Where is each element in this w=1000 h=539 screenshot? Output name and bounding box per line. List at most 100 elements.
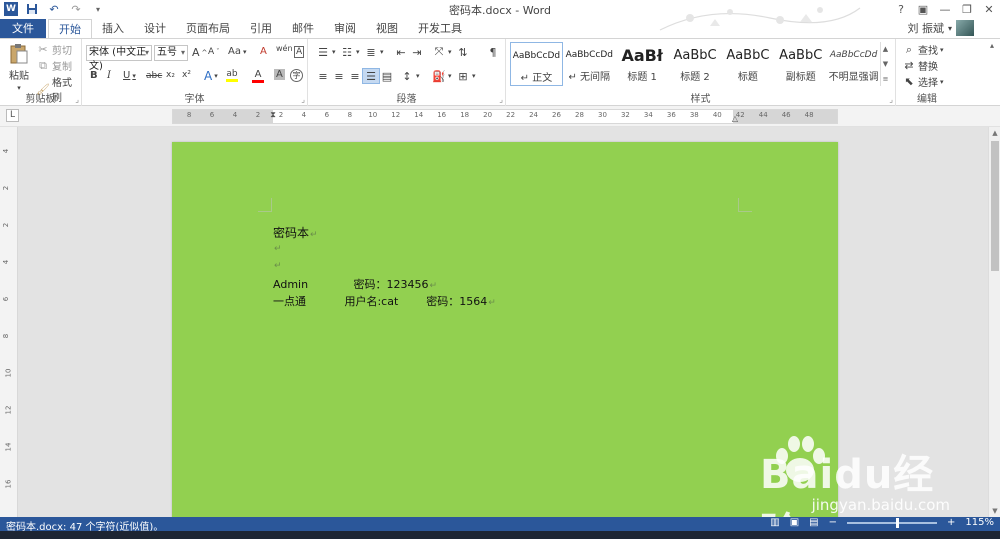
text-effects-icon: A — [204, 69, 213, 83]
collapse-ribbon-icon[interactable]: ▴ — [990, 41, 994, 50]
doc-paragraph[interactable]: 一点通 用户名:cat 密码：1564↵ — [273, 293, 496, 309]
increase-indent-button[interactable]: ⇥ — [410, 45, 424, 59]
horizontal-ruler[interactable]: 8 6 4 2 2 4 6 8 10 12 14 16 18 20 22 24 26 28 30 32 34 36 38 40… — [172, 109, 838, 124]
superscript-button[interactable]: x² — [182, 70, 191, 80]
style-heading-2[interactable]: AaBbC 标题 2 — [669, 42, 722, 86]
document-page[interactable]: 密码本↵ ↵ ↵ Admin 密码：123456↵ 一点通 用户名:cat 密码… — [172, 142, 838, 517]
style-subtle-emphasis[interactable]: AaBbCcDd 不明显强调 — [827, 42, 880, 86]
char-shading-icon: A — [276, 69, 283, 80]
dialog-launcher-icon[interactable]: ⌟ — [301, 95, 305, 104]
restore-button[interactable]: ❐ — [956, 0, 978, 18]
enclose-char-button[interactable]: 字 — [290, 69, 303, 82]
tab-page-layout[interactable]: 页面布局 — [176, 19, 240, 38]
tab-design[interactable]: 设计 — [134, 19, 176, 38]
copy-button[interactable]: ⧉ 复制 — [36, 58, 72, 74]
tab-references[interactable]: 引用 — [240, 19, 282, 38]
chevron-down-icon[interactable]: ▼ — [883, 60, 888, 68]
dialog-launcher-icon[interactable]: ⌟ — [499, 95, 503, 104]
zoom-in-button[interactable]: + — [947, 517, 955, 528]
user-name: 刘 振斌 — [907, 22, 944, 35]
print-layout-icon[interactable]: ▣ — [790, 517, 799, 528]
italic-button[interactable]: I — [107, 70, 111, 81]
justify-button[interactable]: ☰ — [362, 68, 380, 84]
bullets-button[interactable]: ☰ ▾ — [316, 45, 335, 59]
scroll-down-icon[interactable]: ▼ — [989, 507, 1000, 515]
align-right-button[interactable]: ≡ — [348, 69, 362, 83]
tab-view[interactable]: 视图 — [366, 19, 408, 38]
chevron-up-icon[interactable]: ▲ — [883, 45, 888, 53]
select-button[interactable]: ⬉ 选择 ▾ — [902, 74, 943, 89]
bullet-list-icon: ☰ — [318, 45, 328, 59]
scroll-up-icon[interactable]: ▲ — [989, 129, 1000, 137]
zoom-slider[interactable] — [847, 517, 938, 528]
multilevel-list-button[interactable]: ≣ ▾ — [364, 45, 383, 59]
highlight-button[interactable]: ab — [226, 69, 238, 82]
char-shading-button[interactable]: A — [274, 69, 285, 80]
font-size-select[interactable]: 五号 — [154, 45, 188, 61]
tab-file[interactable]: 文件 — [0, 19, 46, 38]
find-button[interactable]: ⌕ 查找 ▾ — [902, 42, 944, 58]
char-border-button[interactable]: A — [294, 46, 305, 58]
numbering-button[interactable]: ☷ ▾ — [340, 45, 359, 59]
phonetic-guide-button[interactable]: wén — [276, 44, 293, 53]
tab-stop-selector[interactable]: L — [6, 109, 19, 122]
tab-mailings[interactable]: 邮件 — [282, 19, 324, 38]
style-gallery-scroll[interactable]: ▲ ▼ ≡ — [880, 42, 890, 86]
doc-paragraph[interactable]: ↵ — [273, 241, 282, 254]
distributed-button[interactable]: ▤ — [380, 69, 394, 83]
ribbon-display-options-icon[interactable]: ▣ — [912, 0, 934, 18]
shading-button[interactable]: ⛽ ▾ — [432, 69, 451, 83]
read-mode-icon[interactable]: ▥ — [770, 517, 779, 528]
borders-button[interactable]: ⊞ ▾ — [456, 69, 475, 83]
cut-button[interactable]: ✂ 剪切 — [36, 42, 72, 57]
text-effects-button[interactable]: A ▾ — [204, 69, 218, 83]
style-no-spacing[interactable]: AaBbCcDd ↵ 无间隔 — [563, 42, 616, 86]
minimize-button[interactable]: — — [934, 0, 956, 18]
grow-font-button[interactable]: A ^ — [192, 46, 207, 59]
decrease-indent-button[interactable]: ⇤ — [394, 45, 408, 59]
tab-developer[interactable]: 开发工具 — [408, 19, 472, 38]
zoom-out-button[interactable]: − — [829, 517, 837, 528]
style-normal[interactable]: AaBbCcDd ↵ 正文 — [510, 42, 563, 86]
bold-button[interactable]: B — [90, 70, 98, 81]
sort-button[interactable]: ⇅ — [456, 45, 470, 59]
subscript-button[interactable]: x₂ — [166, 70, 175, 80]
style-heading-1[interactable]: AaBł 标题 1 — [616, 42, 669, 86]
change-case-button[interactable]: Aa ▾ — [228, 46, 246, 57]
shrink-font-button[interactable]: Aˇ — [208, 47, 220, 57]
vertical-scrollbar[interactable]: ▲ ▼ — [988, 127, 1000, 517]
scrollbar-thumb[interactable] — [991, 141, 999, 271]
clear-format-button[interactable]: A — [260, 46, 267, 57]
right-indent-marker[interactable]: △ — [731, 114, 739, 128]
chinese-layout-button[interactable]: ⤧ ▾ — [432, 45, 452, 59]
dialog-launcher-icon[interactable]: ⌟ — [889, 95, 893, 104]
font-name-select[interactable]: 宋体 (中文正文) — [86, 45, 152, 72]
more-icon[interactable]: ≡ — [883, 75, 889, 83]
zoom-level[interactable]: 115% — [965, 517, 994, 528]
tab-insert[interactable]: 插入 — [92, 19, 134, 38]
show-marks-button[interactable]: ¶ — [486, 45, 500, 59]
doc-paragraph[interactable]: Admin 密码：123456↵ — [273, 276, 437, 292]
style-subtitle[interactable]: AaBbC 副标题 — [774, 42, 827, 86]
line-spacing-button[interactable]: ↕ ▾ — [400, 69, 419, 83]
align-center-button[interactable]: ≡ — [332, 69, 346, 83]
indent-marker[interactable]: ⧗ — [269, 110, 277, 124]
vertical-ruler[interactable]: 4 2 2 4 6 8 10 12 14 16 — [0, 127, 18, 517]
zoom-slider-knob[interactable] — [895, 517, 899, 528]
font-color-button[interactable]: A — [252, 69, 264, 83]
align-left-button[interactable]: ≡ — [316, 69, 330, 83]
strikethrough-button[interactable]: abc — [146, 71, 162, 81]
replace-button[interactable]: ⇄ 替换 — [902, 58, 938, 73]
dialog-launcher-icon[interactable]: ⌟ — [75, 95, 79, 104]
help-icon[interactable]: ? — [890, 0, 912, 18]
web-layout-icon[interactable]: ▤ — [809, 517, 818, 528]
tab-home[interactable]: 开始 — [48, 19, 92, 38]
tab-review[interactable]: 审阅 — [324, 19, 366, 38]
underline-button[interactable]: U ▾ — [123, 70, 136, 81]
paste-button[interactable]: 粘贴 ▾ — [6, 43, 32, 92]
doc-paragraph[interactable]: ↵ — [273, 258, 282, 271]
style-title[interactable]: AaBbC 标题 — [721, 42, 774, 86]
user-account[interactable]: 刘 振斌 ▾ — [907, 20, 974, 36]
close-button[interactable]: ✕ — [978, 0, 1000, 18]
doc-paragraph[interactable]: 密码本↵ — [273, 224, 318, 241]
